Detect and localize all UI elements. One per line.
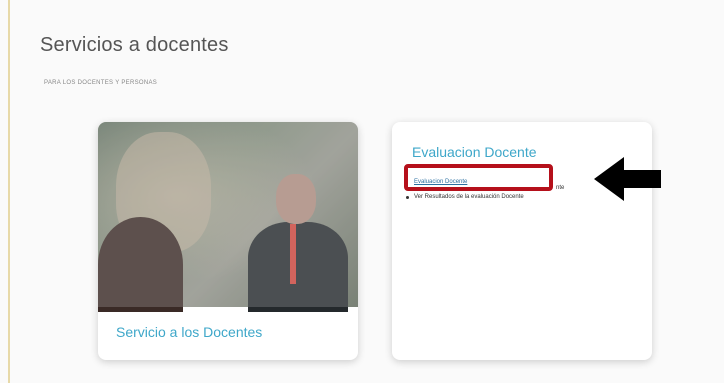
page-subtitle: PARA LOS DOCENTES Y PERSONAS [44, 80, 158, 86]
results-link[interactable]: Ver Resultados de la evaluación Docente [414, 194, 524, 200]
services-page: Servicios a docentes PARA LOS DOCENTES Y… [0, 0, 724, 383]
left-border-line [8, 0, 10, 383]
left-arrow-icon [594, 157, 661, 201]
list-item-fragment-text: nte [556, 185, 565, 191]
bullet-icon [406, 196, 409, 199]
teacher-evaluation-title: Evaluacion Docente [412, 144, 537, 160]
teacher-services-photo [98, 122, 358, 312]
page-title: Servicios a docentes [40, 34, 229, 56]
teacher-services-card[interactable]: Servicio a los Docentes [98, 122, 358, 360]
highlight-box [404, 164, 553, 191]
teacher-services-link[interactable]: Servicio a los Docentes [116, 324, 262, 340]
